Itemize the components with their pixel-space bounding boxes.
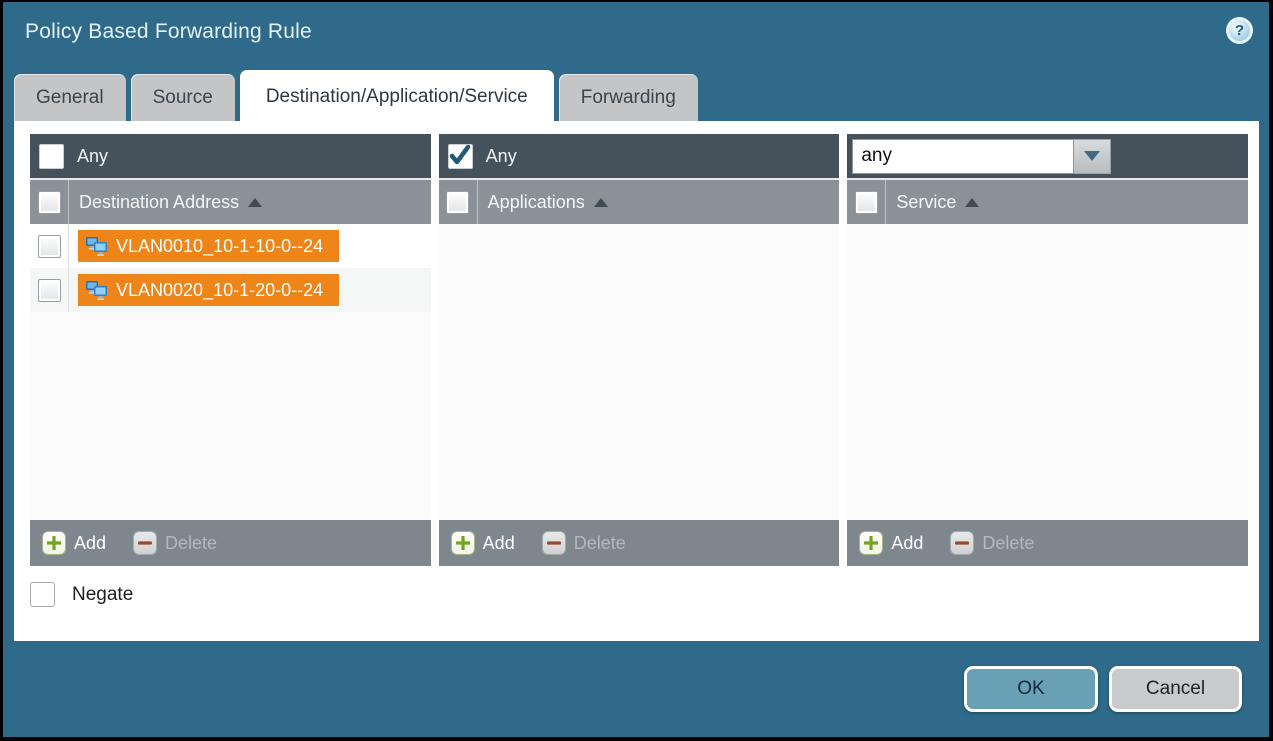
cancel-button[interactable]: Cancel xyxy=(1109,666,1242,712)
delete-button[interactable]: Delete xyxy=(543,532,626,554)
delete-icon xyxy=(543,532,565,554)
add-button-label: Add xyxy=(483,533,515,554)
add-icon xyxy=(860,532,882,554)
applications-select-all-checkbox[interactable] xyxy=(446,191,469,214)
dialog-footer: OK Cancel xyxy=(3,641,1269,737)
chevron-down-icon xyxy=(1084,151,1100,161)
service-select-all-checkbox[interactable] xyxy=(855,191,878,214)
negate-checkbox[interactable] xyxy=(30,582,55,607)
table-row[interactable]: VLAN0020_10-1-20-0--24 xyxy=(30,268,431,312)
policy-based-forwarding-dialog: Policy Based Forwarding Rule ? General S… xyxy=(3,2,1269,737)
service-list xyxy=(847,224,1248,520)
destination-any-checkbox[interactable] xyxy=(39,144,64,169)
delete-button-label: Delete xyxy=(574,533,626,554)
table-row[interactable]: VLAN0010_10-1-10-0--24 xyxy=(30,224,431,268)
address-object-chip[interactable]: VLAN0020_10-1-20-0--24 xyxy=(78,274,339,306)
dialog-title: Policy Based Forwarding Rule xyxy=(25,20,312,44)
delete-icon xyxy=(134,532,156,554)
applications-any-checkbox[interactable] xyxy=(448,144,473,169)
delete-button-label: Delete xyxy=(982,533,1034,554)
destination-toolbar: Add Delete xyxy=(30,520,431,566)
add-button[interactable]: Add xyxy=(452,532,515,554)
applications-column-header: Applications xyxy=(439,178,840,224)
applications-any-bar: Any xyxy=(439,134,840,178)
service-any-bar: any xyxy=(847,134,1248,178)
destination-address-list: VLAN0010_10-1-10-0--24 xyxy=(30,224,431,520)
applications-header-label[interactable]: Applications xyxy=(488,192,585,213)
columns-container: Any Destination Address xyxy=(30,134,1248,566)
destination-column-header: Destination Address xyxy=(30,178,431,224)
delete-icon xyxy=(951,532,973,554)
add-icon xyxy=(43,532,65,554)
destination-any-bar: Any xyxy=(30,134,431,178)
tab-destination-application-service[interactable]: Destination/Application/Service xyxy=(240,70,554,121)
negate-row: Negate xyxy=(30,582,1248,607)
negate-label: Negate xyxy=(72,584,133,606)
address-object-chip[interactable]: VLAN0010_10-1-10-0--24 xyxy=(78,230,339,262)
add-icon xyxy=(452,532,474,554)
service-toolbar: Add Delete xyxy=(847,520,1248,566)
add-button-label: Add xyxy=(891,533,923,554)
applications-any-label: Any xyxy=(486,146,517,167)
add-button-label: Add xyxy=(74,533,106,554)
add-button[interactable]: Add xyxy=(860,532,923,554)
tab-forwarding[interactable]: Forwarding xyxy=(559,74,698,121)
ok-button[interactable]: OK xyxy=(964,666,1098,712)
service-dropdown[interactable]: any xyxy=(852,139,1111,174)
service-dropdown-button[interactable] xyxy=(1074,139,1111,174)
service-header-label[interactable]: Service xyxy=(896,192,956,213)
sort-ascending-icon xyxy=(248,198,262,207)
tab-source[interactable]: Source xyxy=(131,74,235,121)
tab-general[interactable]: General xyxy=(14,74,126,121)
address-object-name: VLAN0010_10-1-10-0--24 xyxy=(116,236,323,257)
network-address-icon xyxy=(85,235,109,257)
network-address-icon xyxy=(85,279,109,301)
checkmark-icon xyxy=(449,145,471,167)
applications-toolbar: Add Delete xyxy=(439,520,840,566)
row-checkbox[interactable] xyxy=(38,279,61,302)
destination-address-panel: Any Destination Address xyxy=(30,134,431,566)
applications-panel: Any Applications xyxy=(439,134,840,566)
add-button[interactable]: Add xyxy=(43,532,106,554)
sort-ascending-icon xyxy=(594,198,608,207)
delete-button[interactable]: Delete xyxy=(134,532,217,554)
service-column-header: Service xyxy=(847,178,1248,224)
destination-header-label[interactable]: Destination Address xyxy=(79,192,239,213)
row-checkbox[interactable] xyxy=(38,235,61,258)
service-panel: any Service xyxy=(847,134,1248,566)
dialog-titlebar: Policy Based Forwarding Rule ? xyxy=(3,2,1269,62)
delete-button-label: Delete xyxy=(165,533,217,554)
sort-ascending-icon xyxy=(965,198,979,207)
destination-select-all-checkbox[interactable] xyxy=(38,191,61,214)
help-icon[interactable]: ? xyxy=(1226,17,1253,44)
tab-content: Any Destination Address xyxy=(14,121,1259,641)
tab-bar: General Source Destination/Application/S… xyxy=(3,62,1269,121)
applications-list xyxy=(439,224,840,520)
address-object-name: VLAN0020_10-1-20-0--24 xyxy=(116,280,323,301)
service-dropdown-value[interactable]: any xyxy=(852,139,1074,174)
destination-any-label: Any xyxy=(77,146,108,167)
delete-button[interactable]: Delete xyxy=(951,532,1034,554)
